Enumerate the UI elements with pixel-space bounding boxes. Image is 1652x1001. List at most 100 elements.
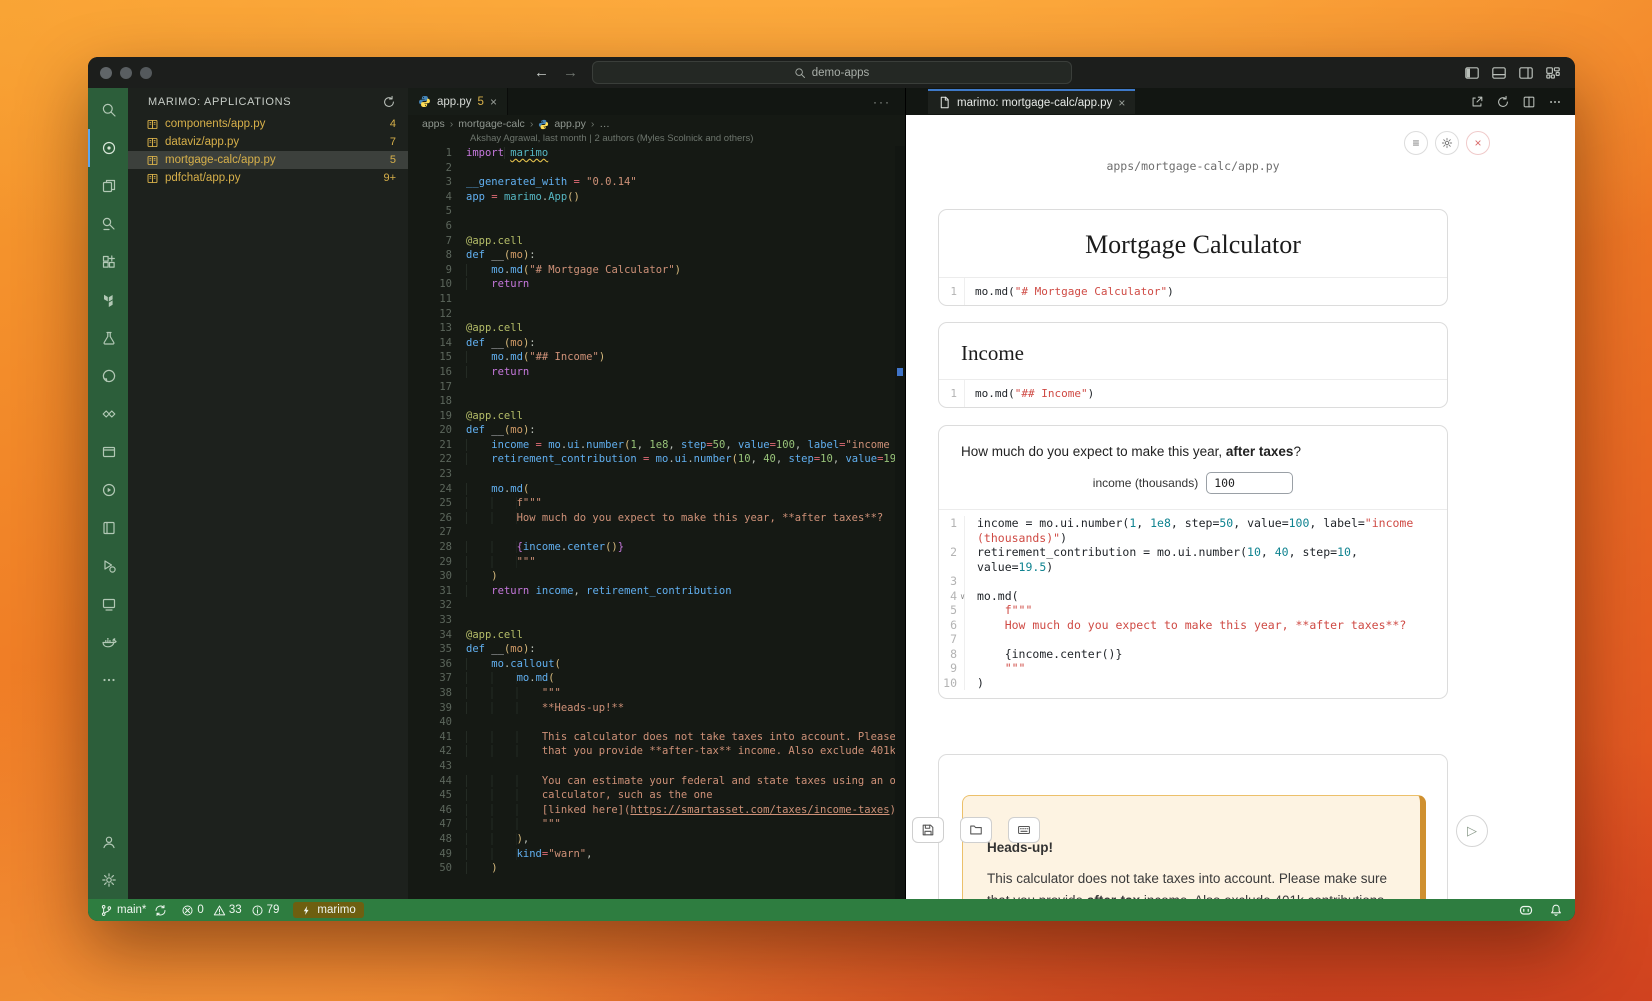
editor-more-actions[interactable]: ··· — [873, 95, 891, 109]
activity-item-github[interactable] — [88, 357, 128, 395]
activity-item-marimo[interactable] — [88, 129, 128, 167]
activity-item-more-views[interactable] — [88, 661, 128, 699]
code-line[interactable]: 39 **Heads-up!** — [408, 701, 895, 716]
cell-code-line[interactable]: 8 {income.center()} — [939, 647, 1447, 662]
code-editor[interactable]: 1import marimo23__generated_with = "0.0.… — [408, 146, 895, 899]
refresh-icon[interactable] — [1496, 95, 1510, 109]
minimize-window-button[interactable] — [120, 67, 132, 79]
code-line[interactable]: 36 mo.callout( — [408, 657, 895, 672]
code-line[interactable]: 43 — [408, 759, 895, 774]
code-line[interactable]: 26 How much do you expect to make this y… — [408, 511, 895, 526]
activity-item-settings[interactable] — [88, 861, 128, 899]
activity-item-search-editor[interactable] — [88, 205, 128, 243]
code-line[interactable]: 8def __(mo): — [408, 248, 895, 263]
code-line[interactable]: 5 — [408, 204, 895, 219]
sidebar-file-components-app-py[interactable]: components/app.py4 — [128, 115, 408, 133]
code-line[interactable]: 14def __(mo): — [408, 336, 895, 351]
code-line[interactable]: 10 return — [408, 277, 895, 292]
marimo-status-item[interactable]: marimo — [293, 902, 363, 918]
breadcrumb-file[interactable]: app.py — [554, 118, 586, 130]
code-line[interactable]: 15 mo.md("## Income") — [408, 350, 895, 365]
close-tab-icon[interactable]: × — [1118, 96, 1125, 110]
cell-code-line[interactable]: 2retirement_contribution = mo.ui.number(… — [939, 545, 1447, 574]
code-line[interactable]: 29 """ — [408, 555, 895, 570]
code-line[interactable]: 6 — [408, 219, 895, 234]
code-line[interactable]: 33 — [408, 613, 895, 628]
split-editor-icon[interactable] — [1522, 95, 1536, 109]
menu-button[interactable]: ≡ — [1404, 131, 1428, 155]
command-center-search[interactable]: demo-apps — [592, 61, 1072, 84]
cell-code-line[interactable]: 7 — [939, 632, 1447, 647]
code-line[interactable]: 44 You can estimate your federal and sta… — [408, 774, 895, 789]
code-line[interactable]: 3__generated_with = "0.0.14" — [408, 175, 895, 190]
overview-ruler[interactable] — [895, 146, 905, 899]
code-line[interactable]: 7@app.cell — [408, 234, 895, 249]
activity-item-browser-preview[interactable] — [88, 433, 128, 471]
tab-marimo-preview[interactable]: marimo: mortgage-calc/app.py × — [928, 89, 1135, 114]
nav-back-button[interactable]: ← — [534, 64, 549, 81]
save-button[interactable] — [912, 817, 944, 843]
code-line[interactable]: 19@app.cell — [408, 409, 895, 424]
code-line[interactable]: 23 — [408, 467, 895, 482]
cell-code-line[interactable]: 6 How much do you expect to make this ye… — [939, 618, 1447, 633]
app-settings-button[interactable] — [1435, 131, 1459, 155]
code-line[interactable]: 42 that you provide **after-tax** income… — [408, 744, 895, 759]
code-line[interactable]: 20def __(mo): — [408, 423, 895, 438]
activity-item-gitlens[interactable] — [88, 395, 128, 433]
open-folder-button[interactable] — [960, 817, 992, 843]
open-external-icon[interactable] — [1470, 95, 1484, 109]
sidebar-file-dataviz-app-py[interactable]: dataviz/app.py7 — [128, 133, 408, 151]
code-line[interactable]: 11 — [408, 292, 895, 307]
code-line[interactable]: 21 income = mo.ui.number(1, 1e8, step=50… — [408, 438, 895, 453]
activity-item-account[interactable] — [88, 823, 128, 861]
activity-item-explorer[interactable] — [88, 167, 128, 205]
code-line[interactable]: 22 retirement_contribution = mo.ui.numbe… — [408, 452, 895, 467]
code-line[interactable]: 27 — [408, 525, 895, 540]
shutdown-button[interactable]: × — [1466, 131, 1490, 155]
nav-forward-button[interactable]: → — [563, 64, 578, 81]
code-line[interactable]: 49 kind="warn", — [408, 847, 895, 862]
code-line[interactable]: 24 mo.md( — [408, 482, 895, 497]
code-line[interactable]: 4app = marimo.App() — [408, 190, 895, 205]
breadcrumb-apps[interactable]: apps — [422, 118, 445, 130]
fold-icon[interactable]: ∨ — [960, 590, 965, 605]
traffic-lights[interactable] — [100, 67, 152, 79]
bell-icon[interactable] — [1549, 903, 1563, 917]
activity-item-live-run[interactable] — [88, 471, 128, 509]
toggle-panel-icon[interactable] — [1491, 65, 1507, 81]
refresh-icon[interactable] — [382, 95, 396, 109]
cell-code-row[interactable]: 1 mo.md("# Mortgage Calculator") — [939, 277, 1447, 305]
sidebar-file-pdfchat-app-py[interactable]: pdfchat/app.py9+ — [128, 169, 408, 187]
breadcrumb-folder[interactable]: mortgage-calc — [458, 118, 525, 130]
code-line[interactable]: 48 ), — [408, 832, 895, 847]
code-line[interactable]: 2 — [408, 161, 895, 176]
close-tab-icon[interactable]: × — [490, 95, 497, 109]
sync-icon[interactable] — [154, 904, 167, 917]
cell-code-line[interactable]: 4∨mo.md( — [939, 589, 1447, 604]
cell-code-block[interactable]: 1income = mo.ui.number(1, 1e8, step=50, … — [939, 509, 1447, 698]
code-line[interactable]: 31 return income, retirement_contributio… — [408, 584, 895, 599]
code-line[interactable]: 41 This calculator does not take taxes i… — [408, 730, 895, 745]
code-line[interactable]: 37 mo.md( — [408, 671, 895, 686]
code-line[interactable]: 46 [linked here](https://smartasset.com/… — [408, 803, 895, 818]
close-window-button[interactable] — [100, 67, 112, 79]
code-line[interactable]: 32 — [408, 598, 895, 613]
cell-code-line[interactable]: 10) — [939, 676, 1447, 691]
activity-item-extensions[interactable] — [88, 243, 128, 281]
breadcrumb-symbol[interactable]: … — [599, 118, 610, 130]
problems-item[interactable]: 0 33 79 — [181, 904, 279, 917]
code-line[interactable]: 18 — [408, 394, 895, 409]
more-actions-icon[interactable] — [1548, 95, 1562, 109]
toggle-secondary-sidebar-icon[interactable] — [1518, 65, 1534, 81]
code-line[interactable]: 25 f""" — [408, 496, 895, 511]
code-line[interactable]: 16 return — [408, 365, 895, 380]
code-line[interactable]: 40 — [408, 715, 895, 730]
tab-app-py[interactable]: app.py 5 × — [408, 88, 508, 115]
zoom-window-button[interactable] — [140, 67, 152, 79]
customize-layout-icon[interactable] — [1545, 65, 1561, 81]
code-line[interactable]: 50 ) — [408, 861, 895, 876]
code-line[interactable]: 35def __(mo): — [408, 642, 895, 657]
activity-item-docker[interactable] — [88, 623, 128, 661]
keyboard-shortcuts-button[interactable] — [1008, 817, 1040, 843]
cell-code-line[interactable]: 3 — [939, 574, 1447, 589]
